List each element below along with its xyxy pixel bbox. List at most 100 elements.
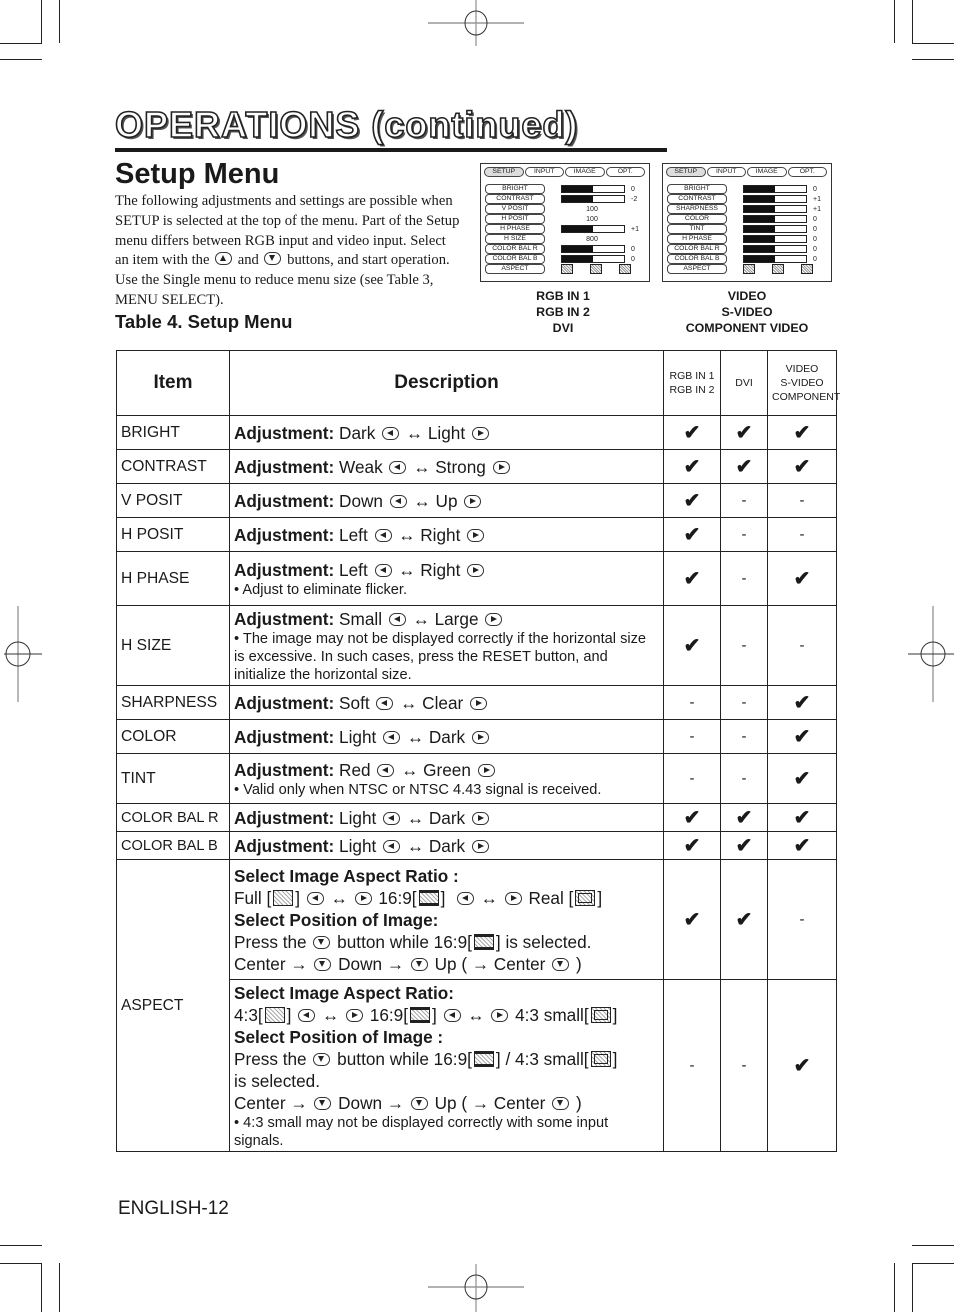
aspect-options: Full [] ↔ 16:9[] ↔ Real [] (234, 887, 603, 908)
osd-row: COLOR BAL R 0 (485, 244, 645, 254)
adjust-right-label: Strong (435, 456, 486, 477)
adjustment-label: Adjustment: (234, 490, 335, 511)
left-button-icon (443, 1008, 461, 1022)
item-description: Adjustment: Small ↔ Large • The image ma… (229, 605, 664, 686)
aspect-169-icon (772, 264, 784, 274)
osd-slider (743, 205, 807, 213)
header-line: S-VIDEO (780, 377, 824, 389)
adjust-left-label: Left (339, 559, 368, 580)
support-mark: ✔ (663, 415, 721, 450)
osd-slider (743, 255, 807, 263)
osd-slider-fill (744, 196, 775, 202)
down-button-icon (314, 1096, 332, 1110)
left-button-icon (306, 891, 324, 905)
osd-row-label: H POSIT (485, 214, 545, 224)
osd-menu-video: SETUP INPUT IMAGE OPT. BRIGHT 0 CONTRAST +1 SHAR… (662, 163, 832, 282)
support-mark: - (720, 605, 768, 686)
osd-slider (743, 245, 807, 253)
osd-row: CONTRAST +1 (667, 194, 827, 204)
adjust-left-label: Light (339, 835, 377, 856)
caption-line: RGB IN 2 (536, 305, 590, 319)
table-row: COLOR Adjustment: Light ↔ Dark - - ✔ (116, 719, 837, 754)
aspect-real-icon (801, 264, 813, 274)
support-mark: - (767, 483, 837, 518)
caption-line: RGB IN 1 (536, 289, 590, 303)
adjust-left-label: Dark (339, 422, 376, 443)
item-description: Adjustment: Light ↔ Dark (229, 719, 664, 754)
support-mark: - (767, 859, 837, 980)
right-button-icon (477, 763, 495, 777)
down-button-icon (552, 957, 570, 971)
osd-rows: BRIGHT 0 CONTRAST +1 SHARPNESS +1 COLOR 0 TINT 0 H… (667, 184, 827, 274)
osd-row: H SIZE 800 (485, 234, 645, 244)
osd-slider-fill (744, 236, 775, 242)
support-mark: ✔ (720, 449, 768, 484)
title-rule (115, 148, 667, 152)
desc-heading: Select Position of Image: (234, 909, 439, 930)
osd-row: ASPECT (667, 264, 827, 274)
aspect-option-label: 4:3[ (234, 1004, 263, 1025)
sequence-step: Down → (338, 1092, 405, 1113)
left-button-icon (298, 1008, 316, 1022)
support-mark: - (767, 605, 837, 686)
support-mark: ✔ (663, 551, 721, 606)
osd-row: COLOR 0 (667, 214, 827, 224)
crop-mark (912, 0, 913, 43)
registration-mark-right (908, 606, 954, 702)
support-mark: ✔ (767, 685, 837, 720)
item-name: H POSIT (116, 517, 230, 552)
osd-row: BRIGHT 0 (667, 184, 827, 194)
left-button-icon (382, 426, 400, 440)
osd-row-value: 0 (813, 185, 817, 193)
intro-text-2: and (237, 252, 259, 269)
instruction-text: Press the (234, 1048, 307, 1069)
crop-mark (894, 0, 895, 43)
instruction-text: ] (612, 1048, 618, 1069)
osd-row: CONTRAST -2 (485, 194, 645, 204)
osd-row: H PHASE 0 (667, 234, 827, 244)
osd-aspect-icons (561, 264, 631, 274)
osd-row-label: COLOR BAL B (485, 254, 545, 264)
adjust-left-label: Light (339, 807, 377, 828)
header-item: Item (116, 350, 230, 416)
caption-line: S-VIDEO (721, 305, 773, 319)
support-mark: ✔ (767, 415, 837, 450)
down-button-icon (313, 1052, 331, 1066)
aspect-option-label: Real [ (528, 887, 574, 908)
registration-mark-left (4, 606, 42, 702)
right-button-icon (504, 891, 522, 905)
left-button-icon (389, 460, 407, 474)
support-mark: - (720, 753, 768, 804)
osd-row-value: -2 (631, 195, 638, 203)
osd-slider-fill (744, 186, 775, 192)
adjust-left-label: Soft (339, 692, 370, 713)
osd-row-label: SHARPNESS (667, 204, 727, 214)
aspect-43-small-icon (590, 1006, 611, 1023)
item-description: Adjustment: Left ↔ Right • Adjust to eli… (229, 551, 664, 606)
item-description: Adjustment: Light ↔ Dark (229, 831, 664, 860)
right-button-icon (471, 730, 489, 744)
support-mark: ✔ (767, 753, 837, 804)
right-button-icon (491, 1008, 509, 1022)
aspect-full-icon (273, 889, 294, 906)
sequence-step: Up ( → Center (434, 953, 546, 974)
osd-aspect-icons (743, 264, 813, 274)
support-mark: ✔ (663, 449, 721, 484)
right-button-icon (467, 563, 485, 577)
osd-slider-fill (562, 186, 593, 192)
adjustment-label: Adjustment: (234, 692, 335, 713)
aspect-real-icon (619, 264, 631, 274)
aspect-169-icon (418, 889, 439, 906)
aspect-option-label: 4:3 small[ (515, 1004, 589, 1025)
down-button-icon (313, 935, 331, 949)
crop-mark (59, 1263, 60, 1312)
registration-mark-top (428, 0, 524, 46)
support-mark: ✔ (663, 803, 721, 832)
aspect-43-small-icon (590, 1050, 611, 1067)
table-caption: Table 4. Setup Menu (115, 311, 293, 332)
support-mark: ✔ (720, 831, 768, 860)
crop-mark (0, 43, 42, 44)
osd-tab: INPUT (524, 167, 564, 177)
osd-tabs: SETUP INPUT IMAGE OPT. (484, 167, 646, 177)
adjust-left-label: Left (339, 524, 368, 545)
